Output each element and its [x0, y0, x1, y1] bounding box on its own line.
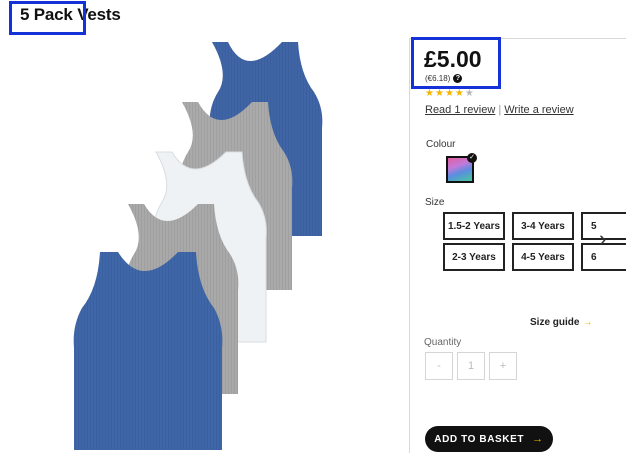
review-separator: | — [498, 104, 502, 116]
colour-label: Colour — [426, 139, 456, 150]
panel-border — [409, 38, 410, 453]
star-filled-icon: ★ — [425, 88, 435, 99]
size-option[interactable]: 4-5 Years — [512, 243, 574, 271]
add-to-basket-button[interactable]: ADD TO BASKET → — [425, 426, 553, 452]
check-badge-icon: ✓ — [467, 153, 477, 163]
add-to-basket-label: ADD TO BASKET — [434, 433, 525, 445]
size-option[interactable]: 1.5-2 Years — [443, 212, 505, 240]
highlight-box-title — [9, 1, 86, 35]
vest-blue-front — [73, 252, 223, 450]
size-guide-label: Size guide — [530, 317, 580, 328]
star-filled-icon: ★ — [434, 88, 445, 99]
quantity-increase-button[interactable]: + — [489, 352, 517, 380]
write-review-link[interactable]: Write a review — [504, 104, 573, 116]
star-filled-icon: ★ — [454, 88, 465, 99]
arrow-right-icon: → — [532, 433, 544, 445]
rating-stars: ★★★★★ — [425, 88, 475, 99]
quantity-label: Quantity — [424, 337, 462, 348]
size-guide-link[interactable]: Size guide → — [530, 317, 592, 328]
review-links: Read 1 review | Write a review — [425, 104, 574, 116]
size-option[interactable]: 3-4 Years — [512, 212, 574, 240]
size-label: Size — [425, 197, 445, 208]
chevron-right-icon[interactable]: › — [599, 226, 606, 252]
arrow-right-icon: → — [582, 317, 593, 328]
highlight-box-price — [411, 37, 501, 89]
size-option[interactable]: 2-3 Years — [443, 243, 505, 271]
quantity-input[interactable]: 1 — [457, 352, 485, 380]
star-empty-icon: ★ — [464, 88, 475, 99]
product-image — [73, 42, 323, 450]
colour-swatch[interactable]: ✓ — [446, 153, 477, 183]
read-review-link[interactable]: Read 1 review — [425, 104, 495, 116]
quantity-decrease-button[interactable]: - — [425, 352, 453, 380]
star-filled-icon: ★ — [444, 88, 455, 99]
